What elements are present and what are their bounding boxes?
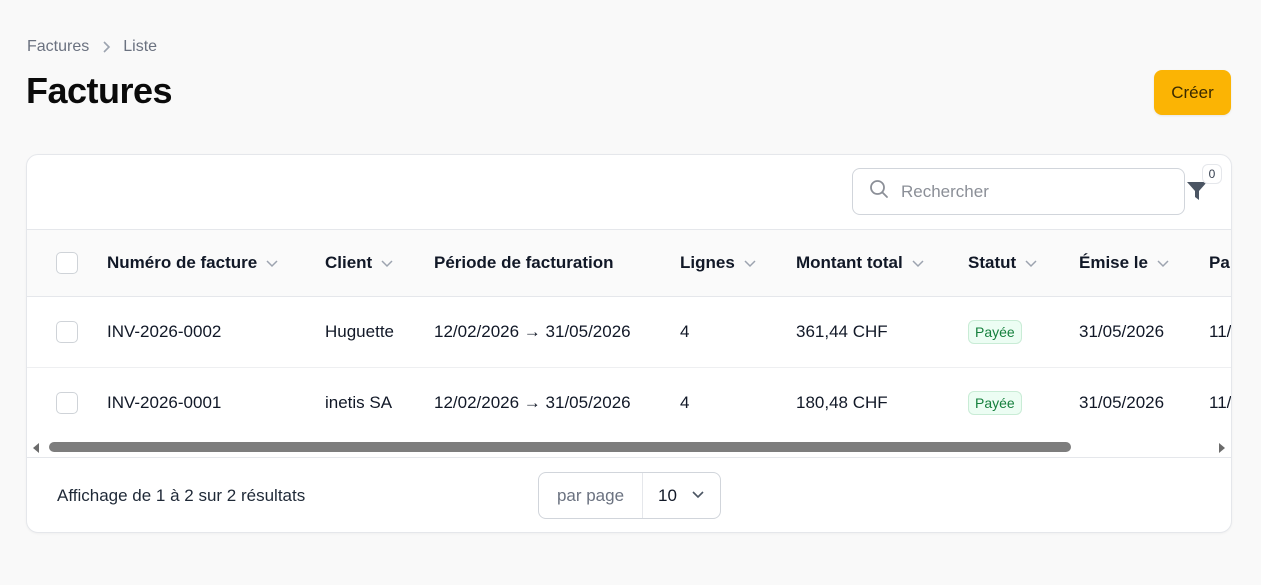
- column-header-status[interactable]: Statut: [968, 230, 1079, 296]
- cell-issued: 31/05/2026: [1079, 321, 1165, 341]
- cell-lines: 4: [680, 321, 690, 341]
- invoices-table: Numéro de facture Client Période de fact…: [27, 230, 1232, 437]
- pagination-summary: Affichage de 1 à 2 sur 2 résultats: [57, 486, 306, 505]
- breadcrumb-parent-link[interactable]: Factures: [27, 38, 89, 56]
- status-badge: Payée: [968, 319, 1022, 344]
- cell-paid: 11/0: [1209, 321, 1232, 341]
- cell-client: inetis SA: [325, 392, 393, 412]
- column-header-client[interactable]: Client: [325, 230, 434, 296]
- page-title: Factures: [26, 70, 173, 111]
- chevron-down-icon: [911, 256, 925, 270]
- row-checkbox[interactable]: [56, 391, 78, 414]
- column-header-amount[interactable]: Montant total: [796, 230, 968, 296]
- column-header-issued[interactable]: Émise le: [1079, 230, 1209, 296]
- chevron-down-icon: [1024, 256, 1038, 270]
- search-box[interactable]: [852, 168, 1185, 215]
- cell-period: 12/02/2026 → 31/05/2026: [434, 321, 631, 341]
- per-page-select[interactable]: 10: [643, 486, 720, 506]
- cell-period: 12/02/2026 → 31/05/2026: [434, 392, 631, 412]
- table-header-row: Numéro de facture Client Période de fact…: [27, 230, 1231, 296]
- invoices-table-card: 0 Numéro de facture Client Période de fa…: [26, 154, 1232, 533]
- cell-lines: 4: [680, 392, 690, 412]
- chevron-right-icon: [101, 41, 111, 53]
- row-checkbox[interactable]: [56, 320, 78, 343]
- chevron-down-icon: [691, 486, 705, 506]
- cell-number: INV-2026-0002: [107, 321, 222, 341]
- table-scroll-area[interactable]: Numéro de facture Client Période de fact…: [27, 229, 1232, 437]
- cell-number: INV-2026-0001: [107, 392, 222, 412]
- cell-client: Huguette: [325, 321, 394, 341]
- search-icon: [869, 179, 889, 204]
- breadcrumb: Factures Liste: [27, 38, 157, 56]
- search-input[interactable]: [901, 181, 1161, 202]
- filter-icon: [1186, 180, 1208, 207]
- select-all-checkbox[interactable]: [56, 251, 78, 274]
- cell-paid: 11/0: [1209, 392, 1232, 412]
- table-row[interactable]: INV-2026-0002 Huguette 12/02/2026 → 31/0…: [27, 296, 1232, 367]
- chevron-down-icon: [265, 256, 279, 270]
- table-footer: Affichage de 1 à 2 sur 2 résultats par p…: [27, 457, 1231, 532]
- status-badge: Payée: [968, 390, 1022, 415]
- column-header-paid[interactable]: Pa: [1209, 230, 1231, 296]
- cell-amount: 180,48 CHF: [796, 392, 888, 412]
- chevron-down-icon: [380, 256, 394, 270]
- scrollbar-thumb[interactable]: [49, 442, 1071, 452]
- horizontal-scrollbar[interactable]: [27, 437, 1231, 457]
- column-header-lines[interactable]: Lignes: [680, 230, 796, 296]
- per-page-control: par page 10: [538, 472, 721, 519]
- per-page-label: par page: [539, 473, 643, 518]
- cell-issued: 31/05/2026: [1079, 392, 1165, 412]
- chevron-down-icon: [1156, 256, 1170, 270]
- create-button[interactable]: Créer: [1154, 70, 1231, 115]
- table-row[interactable]: INV-2026-0001 inetis SA 12/02/2026 → 31/…: [27, 367, 1232, 437]
- cell-amount: 361,44 CHF: [796, 321, 888, 341]
- per-page-value: 10: [658, 485, 677, 505]
- breadcrumb-current: Liste: [123, 38, 158, 55]
- filter-count-badge: 0: [1202, 164, 1222, 184]
- column-header-number[interactable]: Numéro de facture: [107, 230, 325, 296]
- chevron-down-icon: [743, 256, 757, 270]
- column-header-period: Période de facturation: [434, 252, 614, 272]
